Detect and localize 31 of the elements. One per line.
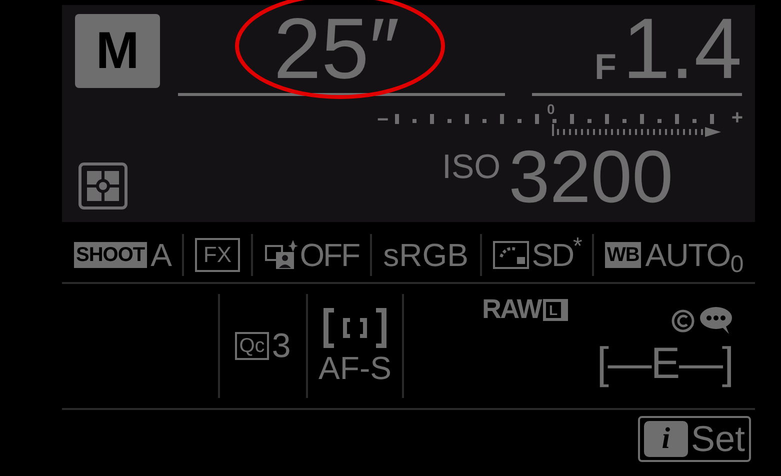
setting-value: A bbox=[150, 239, 172, 271]
iso-label: ISO bbox=[442, 150, 501, 184]
af-area-icon bbox=[322, 308, 388, 348]
setting-value: OFF bbox=[300, 239, 359, 271]
copyright-icon bbox=[671, 309, 695, 333]
portrait-sparkle-icon bbox=[264, 240, 298, 270]
shutter-speed: 25″ bbox=[273, 5, 400, 93]
metering-icon bbox=[78, 162, 128, 210]
release-mode-badge: Qc bbox=[235, 332, 269, 360]
info-icon: i bbox=[644, 421, 688, 457]
comment-icon bbox=[699, 306, 733, 336]
mode-badge: M bbox=[75, 14, 160, 88]
picture-control-icon bbox=[492, 241, 529, 269]
setting-value: AUTO$_{0}$ bbox=[645, 239, 743, 271]
image-quality: RAW bbox=[482, 296, 541, 323]
meter-zero: 0 bbox=[547, 102, 555, 116]
color-space-label: sRGB bbox=[383, 239, 468, 271]
aperture-prefix: F bbox=[594, 49, 616, 85]
image-area-label: FX bbox=[195, 238, 240, 272]
exposure-delay: [—E—] bbox=[596, 342, 733, 386]
meter-plus: + bbox=[731, 108, 743, 128]
info-set-button[interactable]: i Set bbox=[638, 416, 751, 462]
setting-badge: SHOOT bbox=[74, 242, 147, 268]
aperture-value: 1.4 bbox=[622, 5, 742, 93]
meter-minus: − bbox=[377, 110, 389, 130]
image-size: L bbox=[542, 298, 568, 320]
release-mode-value: 3 bbox=[272, 329, 291, 363]
focus-mode: AF-S bbox=[318, 352, 392, 384]
setting-value: SD$^{*}$ bbox=[532, 239, 581, 271]
setting-badge: WB bbox=[604, 242, 642, 268]
iso-value: 3200 bbox=[508, 140, 674, 214]
